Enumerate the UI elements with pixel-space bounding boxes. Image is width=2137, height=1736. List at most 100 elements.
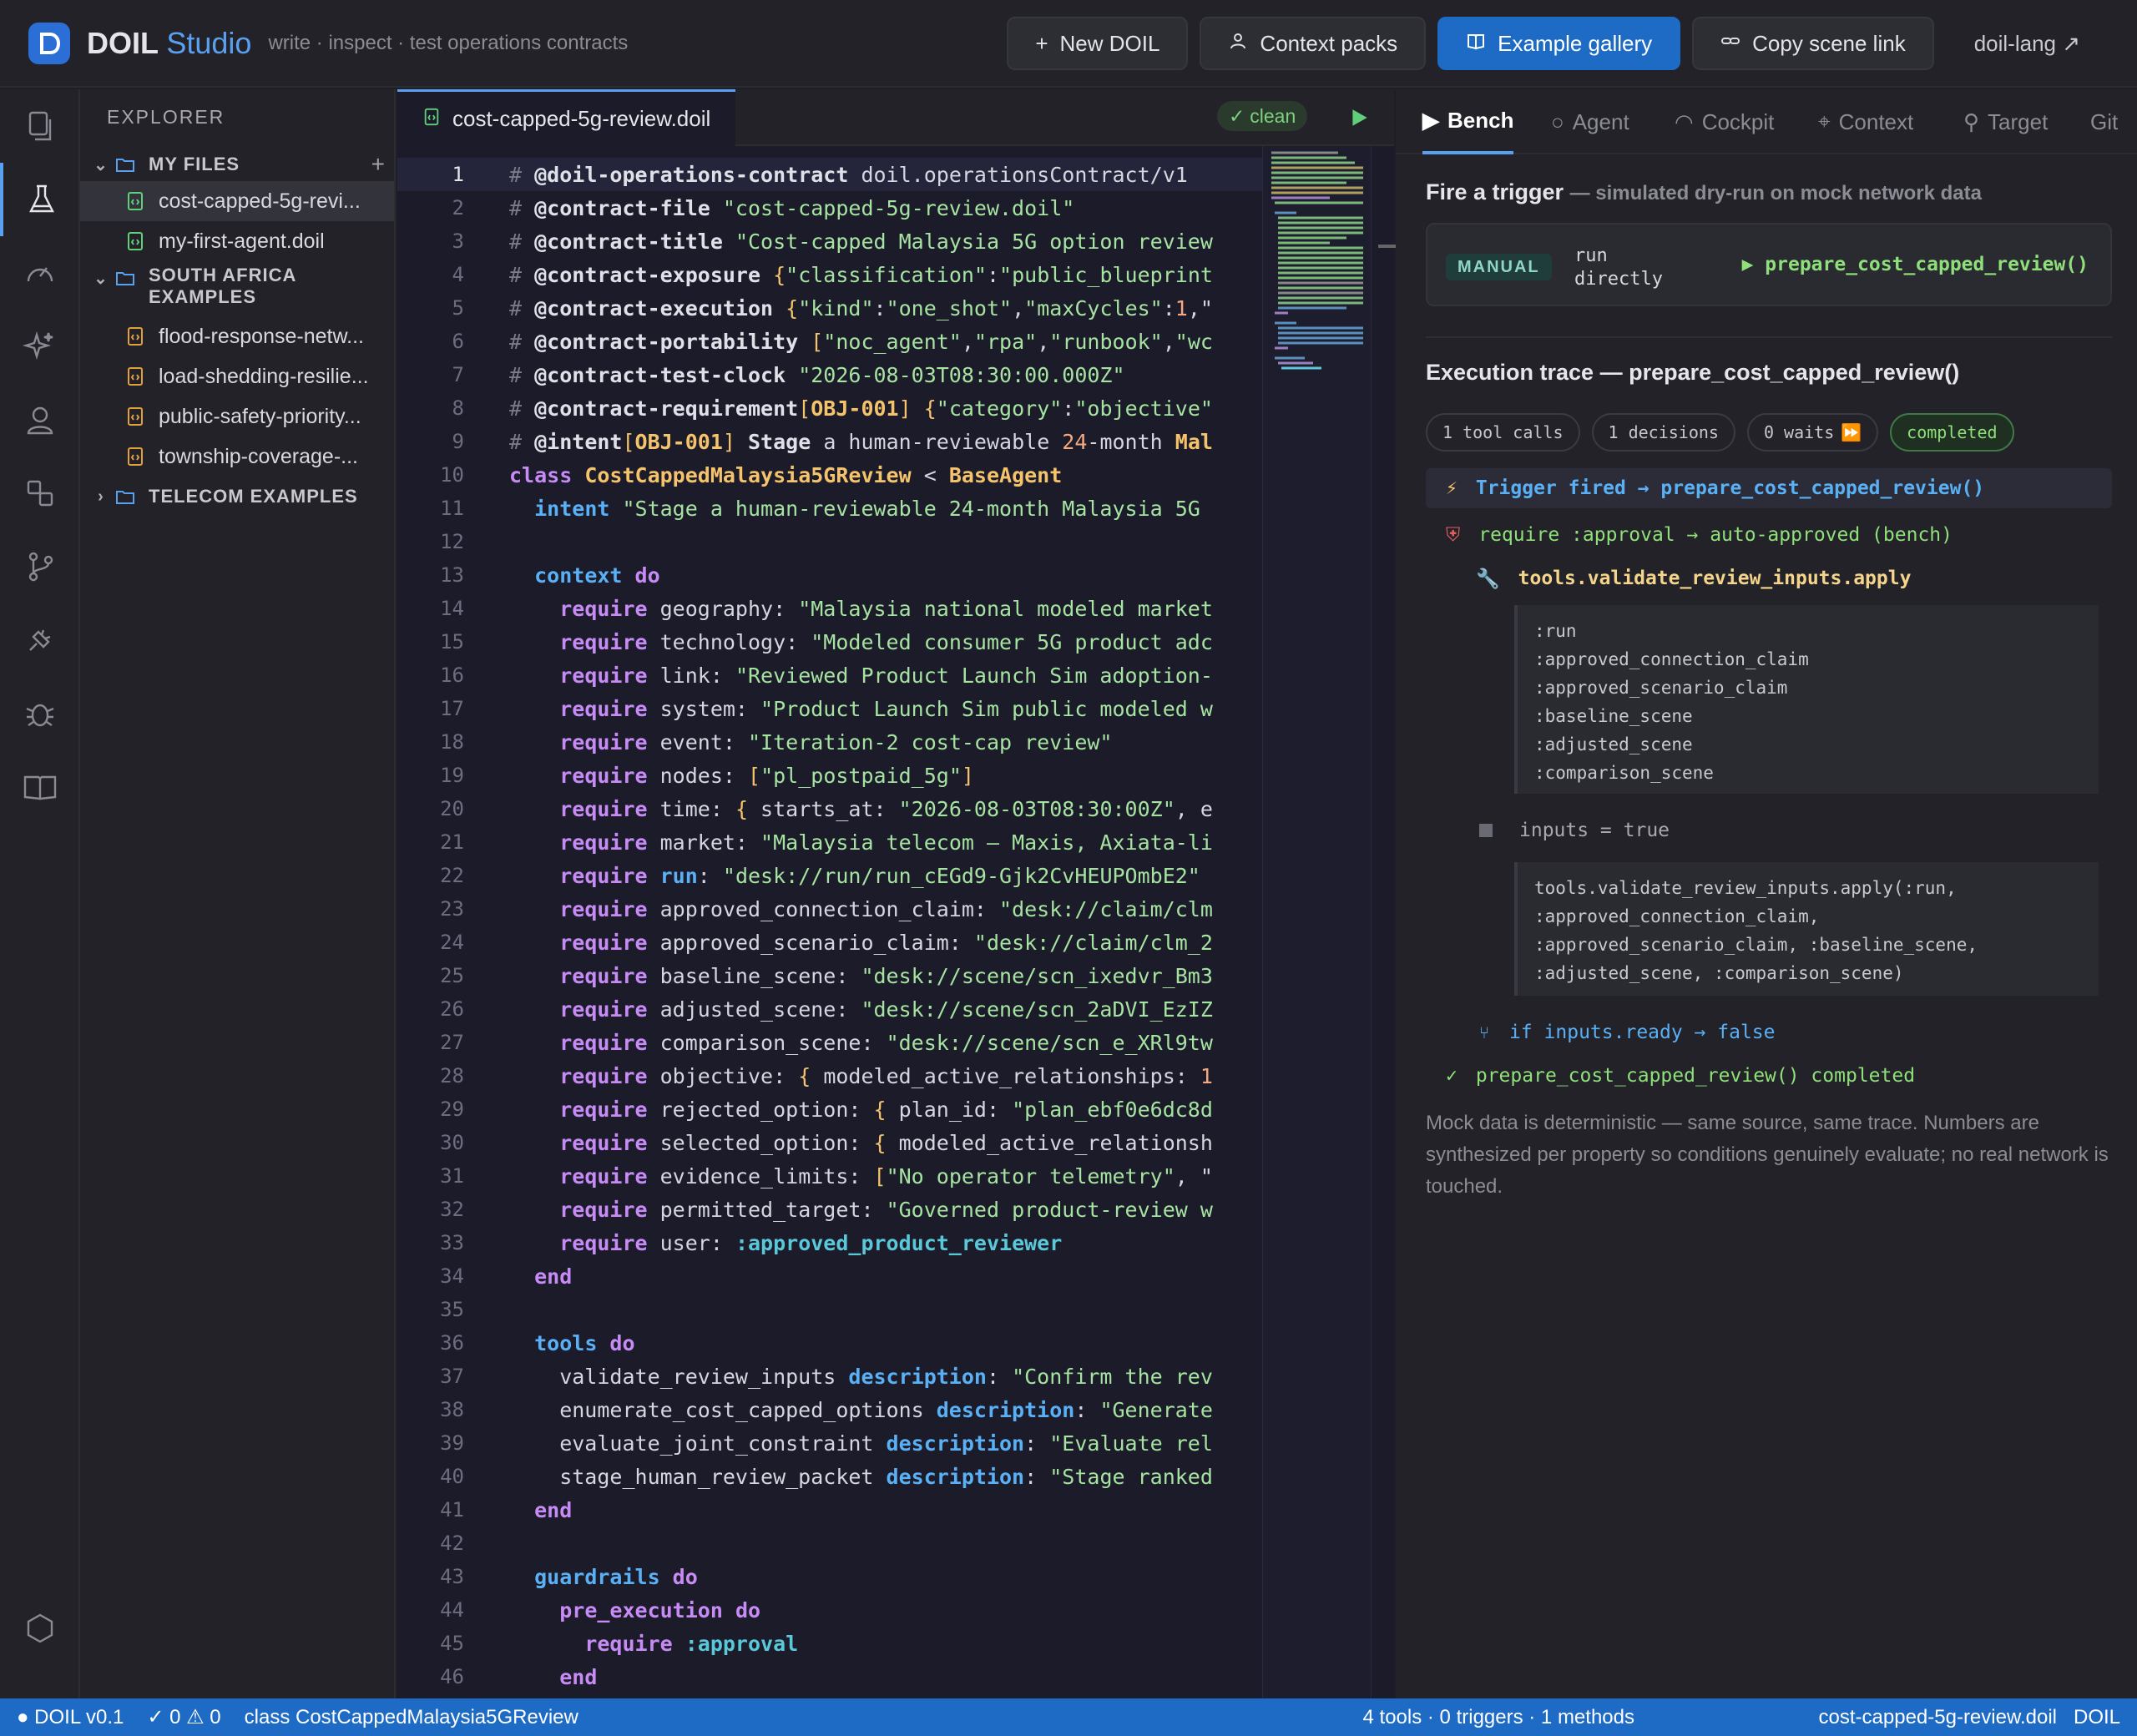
tab-context[interactable]: ⌖ Context [1818, 89, 1913, 154]
code-line[interactable]: 4 # @contract-exposure {"classification":… [397, 258, 1262, 291]
file-item[interactable]: load-shedding-resilie... [80, 356, 394, 396]
bug-icon[interactable] [0, 677, 80, 750]
code-line[interactable]: 43 guardrails do [397, 1560, 1262, 1593]
docs-book-icon[interactable] [0, 750, 80, 824]
shapes-icon[interactable] [0, 457, 80, 530]
file-item[interactable]: public-safety-priority... [80, 396, 394, 437]
files-icon[interactable] [0, 89, 80, 163]
line-number: 3 [452, 230, 464, 253]
status-version[interactable]: ● DOIL v0.1 [17, 1706, 124, 1729]
code-line[interactable]: 46 end [397, 1660, 1262, 1693]
code-line[interactable]: 2 # @contract-file "cost-capped-5g-review… [397, 191, 1262, 225]
code-line[interactable]: 35 [397, 1293, 1262, 1326]
code-line[interactable]: 13 context do [397, 558, 1262, 592]
copy-scene-link-button[interactable]: Copy scene link [1692, 17, 1934, 70]
code-line[interactable]: 33 require user: :approved_product_revie… [397, 1226, 1262, 1259]
code-line[interactable]: 29 require rejected_option: { plan_id: "… [397, 1093, 1262, 1126]
code-line[interactable]: 39 evaluate_joint_constraint description… [397, 1426, 1262, 1460]
code-line[interactable]: 23 require approved_connection_claim: "d… [397, 892, 1262, 926]
code-line[interactable]: 1 # @doil-operations-contract doil.operat… [397, 158, 1262, 191]
folder-south-africa-examples[interactable]: ⌄ SOUTH AFRICA EXAMPLES [80, 265, 394, 311]
code-line[interactable]: 44 pre_execution do [397, 1593, 1262, 1627]
code-line[interactable]: 41 end [397, 1493, 1262, 1527]
code-line[interactable]: 45 require :approval [397, 1627, 1262, 1660]
code-line[interactable]: 6 # @contract-portability ["noc_agent","r… [397, 325, 1262, 358]
plug-icon[interactable] [0, 603, 80, 677]
minimap[interactable] [1262, 146, 1371, 1698]
agent-icon[interactable] [0, 383, 80, 457]
code-text: validate_review_inputs description: "Con… [509, 1364, 1213, 1389]
editor-scrollbar[interactable] [1371, 146, 1398, 1698]
gauge-icon[interactable] [0, 236, 80, 310]
trigger-card[interactable]: MANUAL run directly ▶ prepare_cost_capped… [1426, 223, 2112, 306]
code-line[interactable]: 25 require baseline_scene: "desk://scene… [397, 959, 1262, 992]
code-line[interactable]: 15 require technology: "Modeled consumer… [397, 625, 1262, 659]
line-number: 26 [440, 997, 464, 1021]
doil-lang-link[interactable]: doil-lang ↗ [1946, 17, 2109, 70]
code-line[interactable]: 12 [397, 525, 1262, 558]
tab-agent[interactable]: ○ Agent [1551, 89, 1629, 154]
code-line[interactable]: 24 require approved_scenario_claim: "des… [397, 926, 1262, 959]
line-number: 20 [440, 797, 464, 820]
code-line[interactable]: 9 # @intent[OBJ-001] Stage a human-review… [397, 425, 1262, 458]
explorer-panel: EXPLORER ⌄ MY FILES + cost-capped-5g-rev… [80, 89, 396, 1698]
code-line[interactable]: 42 [397, 1527, 1262, 1560]
code-line[interactable]: 7 # @contract-test-clock "2026-08-03T08:3… [397, 358, 1262, 391]
file-item[interactable]: township-coverage-... [80, 437, 394, 477]
app-header: DOIL Studio write · inspect · test opera… [0, 0, 2137, 88]
code-line[interactable]: 22 require run: "desk://run/run_cEGd9-Gj… [397, 859, 1262, 892]
flask-icon[interactable] [0, 163, 80, 236]
line-number: 33 [440, 1231, 464, 1254]
code-line[interactable]: 20 require time: { starts_at: "2026-08-0… [397, 792, 1262, 825]
code-text: require approved_connection_claim: "desk… [559, 896, 1213, 921]
editor-tab-bar: cost-capped-5g-review.doil ✓ clean [397, 89, 1394, 146]
code-line[interactable]: 28 require objective: { modeled_active_r… [397, 1059, 1262, 1093]
code-line[interactable]: 8 # @contract-requirement[OBJ-001] {"cate… [397, 391, 1262, 425]
status-language[interactable]: DOIL [2074, 1706, 2120, 1729]
tab-git[interactable]: Git [2090, 89, 2118, 154]
tab-cockpit[interactable]: ◠ Cockpit [1675, 89, 1774, 154]
code-line[interactable]: 36 tools do [397, 1326, 1262, 1360]
code-line[interactable]: 5 # @contract-execution {"kind":"one_shot… [397, 291, 1262, 325]
code-text: require adjusted_scene: "desk://scene/sc… [559, 997, 1213, 1022]
context-packs-button[interactable]: Context packs [1200, 17, 1427, 70]
folder-my-files[interactable]: ⌄ MY FILES + [80, 148, 394, 181]
git-branch-icon[interactable] [0, 530, 80, 603]
code-line[interactable]: 27 require comparison_scene: "desk://sce… [397, 1026, 1262, 1059]
tab-target[interactable]: ⚲ Target [1963, 89, 2048, 154]
run-button[interactable] [1342, 101, 1376, 134]
code-line[interactable]: 38 enumerate_cost_capped_options descrip… [397, 1393, 1262, 1426]
fire-trigger-button[interactable]: ▶ prepare_cost_capped_review() [1742, 254, 2089, 275]
code-line[interactable]: 32 require permitted_target: "Governed p… [397, 1193, 1262, 1226]
file-item[interactable]: my-first-agent.doil [80, 221, 394, 261]
code-area[interactable]: 1 # @doil-operations-contract doil.operat… [397, 146, 1262, 1698]
file-item[interactable]: cost-capped-5g-revi... [80, 181, 394, 221]
code-line[interactable]: 11 intent "Stage a human-reviewable 24-m… [397, 492, 1262, 525]
tab-bench[interactable]: ▶ Bench [1422, 89, 1514, 154]
code-line[interactable]: 18 require event: "Iteration-2 cost-cap … [397, 725, 1262, 759]
code-line[interactable]: 40 stage_human_review_packet description… [397, 1460, 1262, 1493]
file-item[interactable]: flood-response-netw... [80, 316, 394, 356]
status-problems[interactable]: ✓ 0 ⚠ 0 [147, 1705, 220, 1729]
code-line[interactable]: 14 require geography: "Malaysia national… [397, 592, 1262, 625]
code-text: require evidence_limits: ["No operator t… [559, 1163, 1213, 1188]
code-line[interactable]: 34 end [397, 1259, 1262, 1293]
code-line[interactable]: 10 class CostCappedMalaysia5GReview < Bas… [397, 458, 1262, 492]
sparkle-icon[interactable] [0, 310, 80, 383]
editor-tab[interactable]: cost-capped-5g-review.doil [397, 89, 736, 146]
code-line[interactable]: 31 require evidence_limits: ["No operato… [397, 1159, 1262, 1193]
code-line[interactable]: 3 # @contract-title "Cost-capped Malaysia… [397, 225, 1262, 258]
add-file-icon[interactable]: + [371, 151, 386, 178]
code-line[interactable]: 37 validate_review_inputs description: "… [397, 1360, 1262, 1393]
code-line[interactable]: 17 require system: "Product Launch Sim p… [397, 692, 1262, 725]
example-gallery-button[interactable]: Example gallery [1437, 17, 1681, 70]
code-line[interactable]: 30 require selected_option: { modeled_ac… [397, 1126, 1262, 1159]
code-line[interactable]: 16 require link: "Reviewed Product Launc… [397, 659, 1262, 692]
code-line[interactable]: 21 require market: "Malaysia telecom — M… [397, 825, 1262, 859]
folder-telecom-examples[interactable]: › TELECOM EXAMPLES [80, 477, 394, 517]
hexagon-settings-icon[interactable] [0, 1592, 80, 1665]
new-doil-button[interactable]: + New DOIL [1007, 17, 1189, 70]
code-line[interactable]: 26 require adjusted_scene: "desk://scene… [397, 992, 1262, 1026]
code-line[interactable]: 19 require nodes: ["pl_postpaid_5g"] [397, 759, 1262, 792]
doil-logo[interactable] [28, 22, 70, 64]
